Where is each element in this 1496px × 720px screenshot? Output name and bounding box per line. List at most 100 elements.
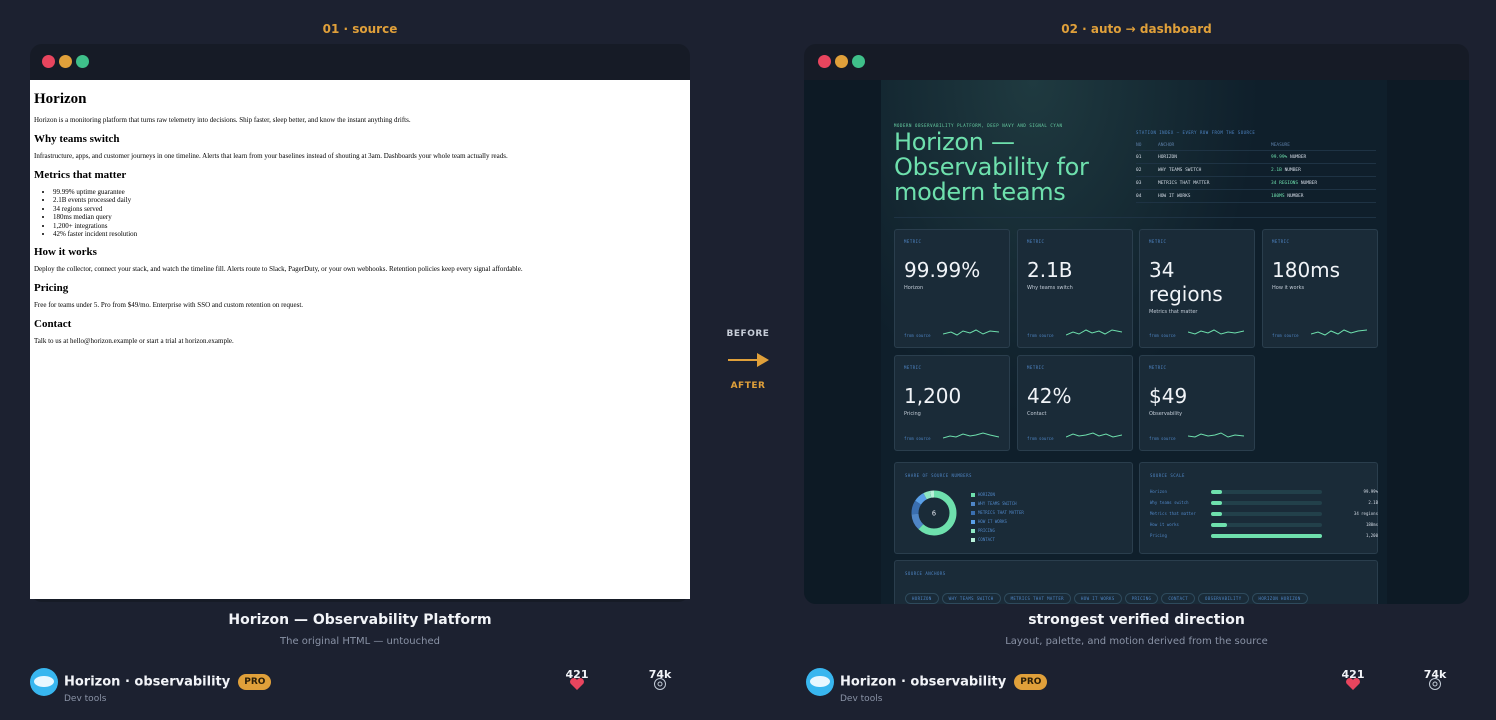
doc-intro: Horizon is a monitoring platform that tu…: [34, 116, 411, 124]
author-block[interactable]: Horizon · observability PRO Dev tools: [806, 668, 1048, 704]
views-stat[interactable]: 74k: [1420, 668, 1450, 694]
anchor-chip[interactable]: HORIZON HORIZON: [1251, 593, 1308, 604]
scale-bar: [1211, 500, 1223, 505]
scale-panel: SOURCE SCALE Horizon 99.99% Why teams sw…: [1139, 462, 1378, 554]
avatar[interactable]: [806, 668, 834, 696]
arrow-right-icon: [728, 353, 769, 367]
metrics-list: 99.99% uptime guarantee 2.1B events proc…: [53, 188, 686, 238]
sparkline-icon: [943, 432, 999, 439]
metric-card-source: from source: [1149, 333, 1176, 338]
source-document: Horizon Horizon is a monitoring platform…: [30, 80, 690, 599]
author-name[interactable]: Horizon · observability: [64, 675, 230, 690]
anchor-chip[interactable]: WHY TEAMS SWITCH: [941, 593, 1001, 604]
views-stat[interactable]: 74k: [645, 668, 675, 694]
metric-card[interactable]: METRIC $49 Observability from source: [1139, 355, 1255, 451]
metric-card[interactable]: METRIC 99.99% Horizon from source: [894, 229, 1010, 348]
eye-icon: [654, 678, 666, 690]
anchor-chip[interactable]: METRICS THAT MATTER: [1003, 593, 1071, 604]
anchor-chip[interactable]: CONTACT: [1161, 593, 1196, 604]
metric-card-label: METRIC: [1149, 365, 1167, 370]
dashboard-preview: MODERN OBSERVABILITY PLATFORM, DEEP NAVY…: [804, 80, 1469, 604]
metric-card[interactable]: METRIC 2.1B Why teams switch from source: [1017, 229, 1133, 348]
share-panel-title: SHARE OF SOURCE NUMBERS: [905, 473, 972, 478]
close-dot-icon[interactable]: [42, 55, 55, 68]
list-item: 42% faster incident resolution: [53, 230, 686, 238]
author-block[interactable]: Horizon · observability PRO Dev tools: [30, 668, 272, 704]
dashboard-caption-title: strongest verified direction: [1028, 612, 1245, 628]
metric-card-label: METRIC: [904, 239, 922, 244]
column-header: ANCHOR: [1158, 142, 1175, 148]
scale-label: How it works: [1150, 522, 1179, 527]
sparkline-icon: [1311, 329, 1367, 336]
anchors-panel-title: SOURCE ANCHORS: [905, 571, 946, 576]
row-unit: NUMBER: [1287, 193, 1304, 199]
metric-card-caption: Contact: [1027, 411, 1047, 417]
doc-heading: Contact: [34, 318, 72, 331]
anchor-chip[interactable]: HOW IT WORKS: [1073, 593, 1122, 604]
scale-value: 2.1B: [1368, 500, 1378, 505]
table-row[interactable]: 04 HOW IT WORKS 180MS NUMBER: [1136, 190, 1376, 203]
pro-badge: PRO: [1014, 674, 1048, 690]
metric-card-caption: Horizon: [904, 285, 924, 291]
doc-paragraph: Deploy the collector, connect your stack…: [34, 265, 523, 274]
metric-card[interactable]: METRIC 42% Contact from source: [1017, 355, 1133, 451]
close-dot-icon[interactable]: [818, 55, 831, 68]
scale-bar: [1211, 533, 1322, 538]
doc-heading: Why teams switch: [34, 133, 120, 145]
divider: [894, 217, 1376, 218]
doc-heading: Pricing: [34, 282, 69, 295]
metric-card-caption: Pricing: [904, 411, 921, 417]
metric-card-source: from source: [904, 436, 931, 441]
scale-bar: [1211, 511, 1223, 516]
legend-item: PRICING: [971, 526, 1024, 535]
doc-paragraph: Infrastructure, apps, and customer journ…: [34, 152, 508, 160]
dashboard-hero-title: Horizon — Observability for modern teams: [894, 128, 1089, 206]
metric-card-value: 1,200: [904, 384, 962, 408]
scale-row: Pricing 1,200: [1150, 530, 1378, 541]
table-row[interactable]: 02 WHY TEAMS SWITCH 2.1B NUMBER: [1136, 164, 1376, 177]
row-anchor: HORIZON: [1158, 154, 1177, 160]
maximize-dot-icon[interactable]: [852, 55, 865, 68]
metric-card-caption: Why teams switch: [1027, 285, 1073, 291]
anchor-chips: HORIZON WHY TEAMS SWITCH METRICS THAT MATT…: [905, 585, 1311, 604]
dashboard-column-title: 02 · auto → dashboard: [1061, 22, 1212, 36]
doc-title: Horizon: [34, 91, 87, 107]
doc-heading: How it works: [34, 246, 97, 259]
share-legend: HORIZON WHY TEAMS SWITCH METRICS THAT MA…: [971, 490, 1024, 544]
metric-card-label: METRIC: [1027, 365, 1045, 370]
row-value: 99.99%: [1271, 154, 1288, 160]
metric-card-label: METRIC: [1027, 239, 1045, 244]
maximize-dot-icon[interactable]: [76, 55, 89, 68]
minimize-dot-icon[interactable]: [59, 55, 72, 68]
minimize-dot-icon[interactable]: [835, 55, 848, 68]
anchor-chip[interactable]: PRICING: [1124, 593, 1159, 604]
legend-item: CONTACT: [971, 535, 1024, 544]
avatar[interactable]: [30, 668, 58, 696]
anchor-chip[interactable]: OBSERVABILITY: [1198, 593, 1249, 604]
metric-card-source: from source: [904, 333, 931, 338]
likes-stat[interactable]: 421: [1338, 668, 1368, 694]
row-anchor: HOW IT WORKS: [1158, 193, 1191, 199]
list-item: 2.1B events processed daily: [53, 196, 686, 204]
likes-stat[interactable]: 421: [562, 668, 592, 694]
metric-card-source: from source: [1272, 333, 1299, 338]
row-number: 04: [1136, 193, 1142, 199]
legend-item: METRICS THAT MATTER: [971, 508, 1024, 517]
anchor-chip[interactable]: HORIZON: [905, 593, 939, 604]
row-value: 2.1B: [1271, 167, 1282, 173]
source-window-controls: [42, 55, 89, 68]
sparkline-icon: [1066, 432, 1122, 438]
metric-card-value: 2.1B: [1027, 258, 1073, 282]
row-number: 01: [1136, 154, 1142, 160]
scale-bar: [1211, 522, 1227, 527]
table-row[interactable]: 03 METRICS THAT MATTER 34 REGIONS NUMBER: [1136, 177, 1376, 190]
metric-card-value: 42%: [1027, 384, 1072, 408]
metric-card[interactable]: METRIC 34 regions Metrics that matter fr…: [1139, 229, 1255, 348]
metric-card[interactable]: METRIC 180ms How it works from source: [1262, 229, 1378, 348]
metric-card[interactable]: METRIC 1,200 Pricing from source: [894, 355, 1010, 451]
table-row[interactable]: 01 HORIZON 99.99% NUMBER: [1136, 151, 1376, 164]
scale-value: 180ms: [1365, 522, 1378, 527]
author-name[interactable]: Horizon · observability: [840, 675, 1006, 690]
scale-label: Metrics that matter: [1150, 511, 1196, 516]
eye-icon: [1429, 678, 1441, 690]
